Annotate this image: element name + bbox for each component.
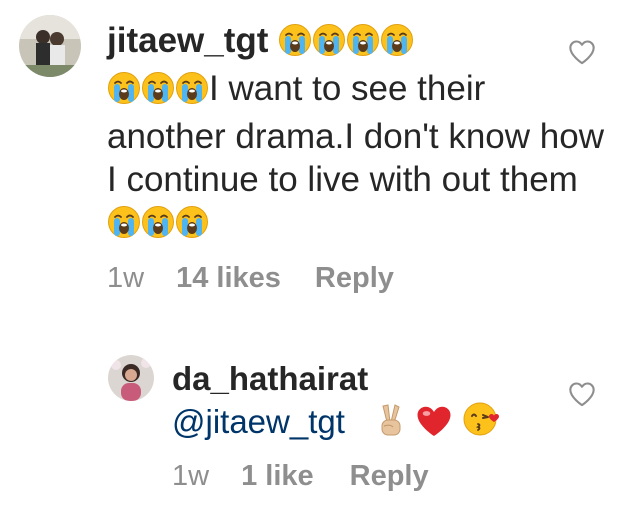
crying-face-icon <box>141 205 175 249</box>
crying-face-icon <box>278 23 312 67</box>
crying-face-icon <box>346 23 380 67</box>
comment-meta: 1w 14 likes Reply <box>107 262 394 295</box>
comment-meta: 1w 1 like Reply <box>172 460 429 493</box>
crying-face-icon <box>141 71 175 115</box>
crying-face-icon <box>380 23 414 67</box>
mention-link[interactable]: @jitaew_tgt <box>172 403 345 440</box>
comment-username[interactable]: jitaew_tgt <box>107 21 268 60</box>
like-button[interactable] <box>568 39 596 70</box>
likes-count[interactable]: 14 likes <box>176 262 281 295</box>
reply-button[interactable]: Reply <box>350 460 429 493</box>
crying-face-icon <box>107 71 141 115</box>
comment-text-block: da_hathairat @jitaew_tgt <box>172 358 592 448</box>
heart-outline-icon <box>569 40 595 65</box>
face-blowing-kiss-icon <box>462 400 502 448</box>
comment-time: 1w <box>107 262 145 294</box>
red-heart-icon <box>416 404 452 448</box>
avatar[interactable] <box>108 355 154 401</box>
crying-face-icon <box>107 205 141 249</box>
heart-outline-icon <box>569 382 595 407</box>
victory-hand-icon <box>373 402 407 448</box>
avatar[interactable] <box>19 15 81 77</box>
like-button[interactable] <box>568 381 596 412</box>
comment-time: 1w <box>172 460 210 492</box>
crying-face-icon <box>175 205 209 249</box>
username-emojis <box>278 21 414 60</box>
likes-count[interactable]: 1 like <box>241 460 314 493</box>
crying-face-icon <box>175 71 209 115</box>
comment-username[interactable]: da_hathairat <box>172 360 368 397</box>
crying-face-icon <box>312 23 346 67</box>
reply-button[interactable]: Reply <box>315 262 394 295</box>
comment-text-block: jitaew_tgt I want to see their another d… <box>107 19 607 249</box>
